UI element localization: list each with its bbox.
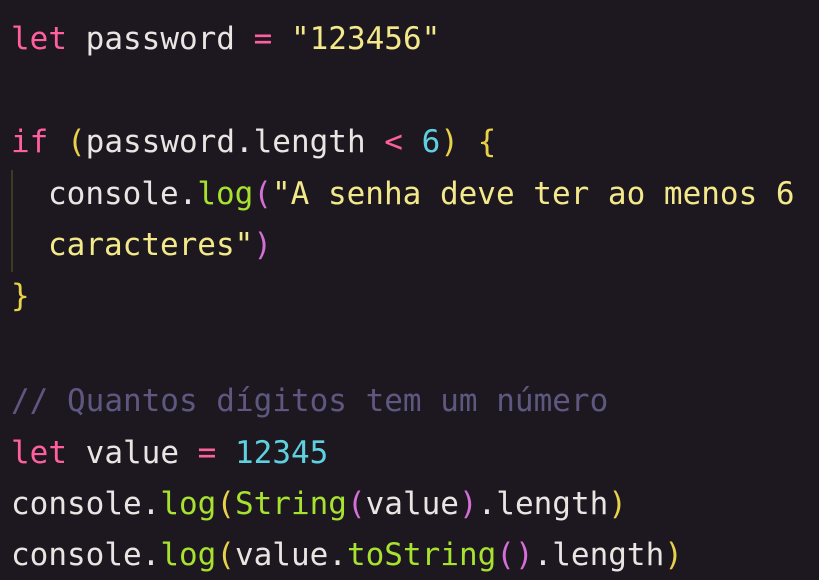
property: .length <box>477 486 609 522</box>
code-line-6: // Quantos dígitos tem um número <box>11 381 608 421</box>
function-name: log <box>197 176 254 212</box>
open-paren-inner: ( <box>346 486 366 522</box>
identifier: value <box>67 435 198 471</box>
operator: < <box>384 124 403 160</box>
identifier: password <box>67 21 254 57</box>
call-parens: () <box>496 537 534 573</box>
object: console. <box>48 176 198 212</box>
open-paren: ( <box>216 486 235 522</box>
keyword-let: let <box>11 21 67 57</box>
argument: value. <box>234 537 347 573</box>
code-line-4: caracteres") <box>48 225 272 265</box>
open-paren: ( <box>216 537 235 573</box>
open-brace: { <box>458 124 497 160</box>
code-line-1: let password = "123456" <box>11 19 440 59</box>
number-literal: 6 <box>402 124 441 160</box>
keyword-let: let <box>11 435 67 471</box>
close-paren: ) <box>253 227 272 263</box>
code-line-7: let value = 12345 <box>11 433 328 473</box>
indent-guide <box>11 170 13 272</box>
argument: value <box>365 486 459 522</box>
code-editor[interactable]: let password = "123456" if (password.len… <box>0 0 819 580</box>
open-paren: ( <box>67 124 86 160</box>
expression: password.length <box>85 124 385 160</box>
operator: = <box>197 435 217 471</box>
close-paren-inner: ) <box>458 486 478 522</box>
open-paren: ( <box>253 176 272 212</box>
code-line-8: console.log(String(value).length) <box>11 484 627 524</box>
string-literal: caracteres" <box>48 227 254 263</box>
code-line-9: console.log(value.toString().length) <box>11 535 683 575</box>
close-brace: } <box>11 278 30 314</box>
string-literal: "123456" <box>272 21 441 57</box>
string-literal: "A senha deve ter ao menos 6 <box>271 176 795 212</box>
code-line-3: console.log("A senha deve ter ao menos 6 <box>48 174 795 214</box>
close-paren: ) <box>608 486 627 522</box>
function-name: log <box>160 537 217 573</box>
object: console. <box>11 486 161 522</box>
class-name: String <box>234 486 347 522</box>
property: .length <box>533 537 665 573</box>
close-paren: ) <box>440 124 459 160</box>
code-line-2: if (password.length < 6) { <box>11 122 496 162</box>
object: console. <box>11 537 161 573</box>
comment: // Quantos dígitos tem um número <box>11 383 609 419</box>
keyword-if: if <box>11 124 49 160</box>
operator: = <box>253 21 273 57</box>
number-literal: 12345 <box>216 435 329 471</box>
method-name: toString <box>346 537 497 573</box>
close-paren: ) <box>664 537 683 573</box>
function-name: log <box>160 486 217 522</box>
code-line-5: } <box>11 276 30 316</box>
